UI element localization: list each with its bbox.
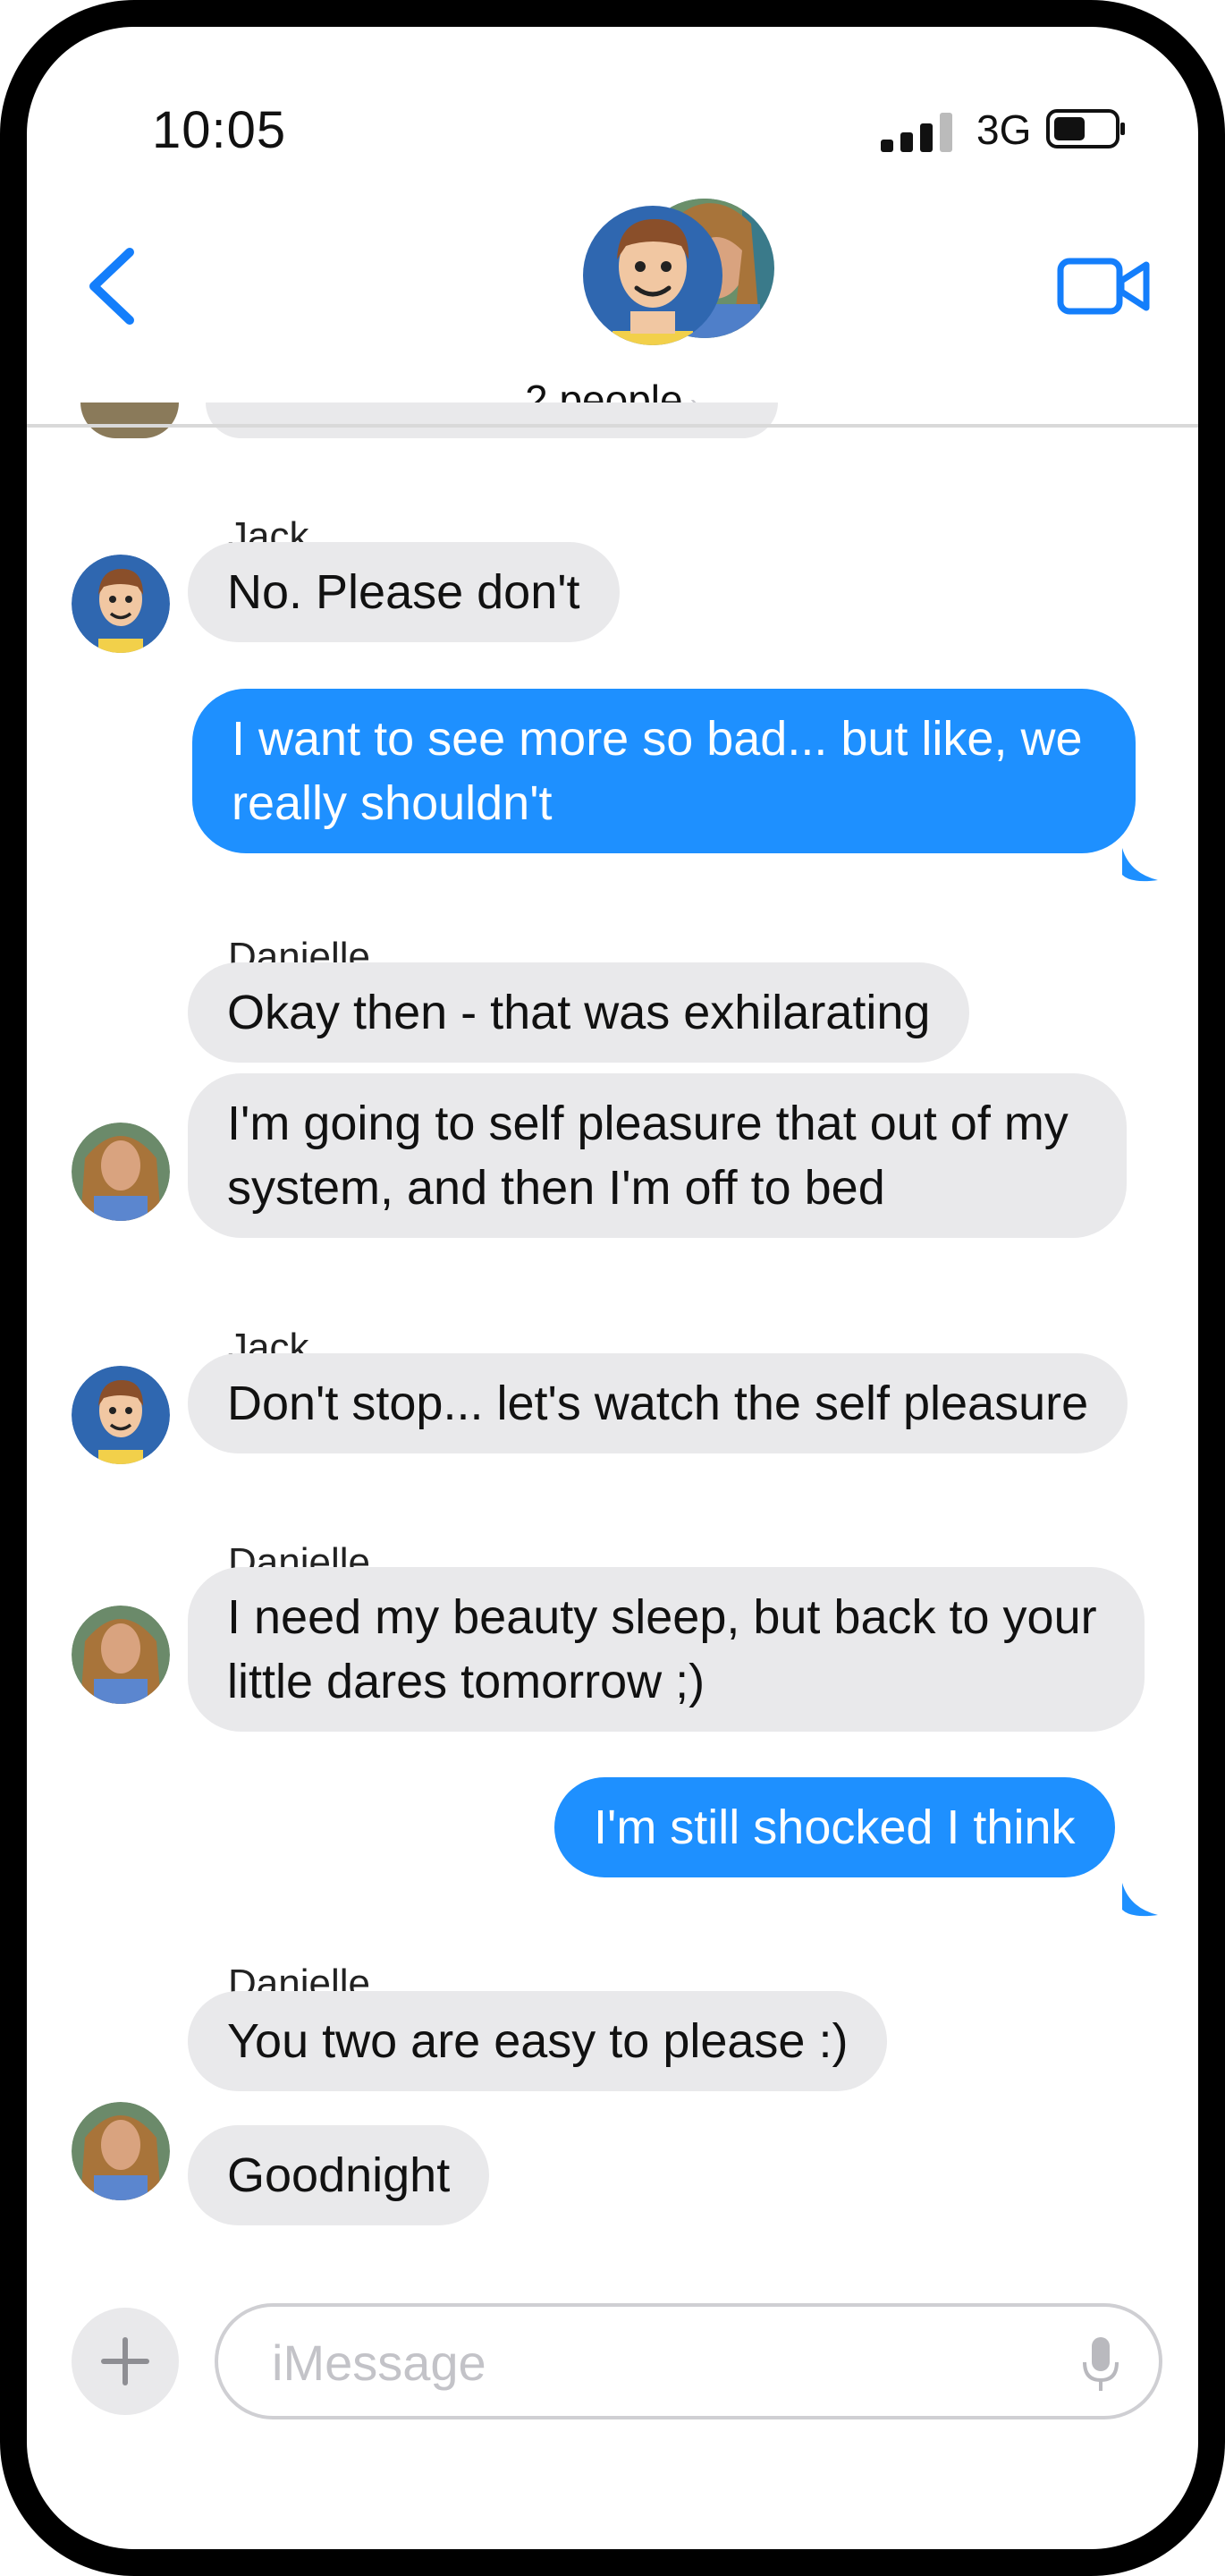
message-bubble[interactable]: I want to see more so bad... but like, w…	[192, 689, 1136, 853]
message-bubble[interactable]: Don't stop... let's watch the self pleas…	[188, 1353, 1128, 1453]
avatar-jack[interactable]	[72, 555, 170, 653]
message-bubble[interactable]: I'm going to self pleasure that out of m…	[188, 1073, 1127, 1238]
battery-icon	[1046, 109, 1125, 148]
avatar-danielle[interactable]	[72, 1606, 170, 1704]
avatar-danielle[interactable]	[72, 2102, 170, 2200]
bubble-tail	[1122, 1883, 1158, 1917]
plus-icon	[101, 2337, 149, 2385]
avatar-danielle[interactable]	[72, 1123, 170, 1221]
message-bubble[interactable]: I'm still shocked I think	[554, 1777, 1115, 1877]
add-attachment-button[interactable]	[72, 2308, 179, 2415]
message-bubble[interactable]: I need my beauty sleep, but back to your…	[188, 1567, 1145, 1732]
phone-frame: 10:05 3G 2 people Jack No. Please don't …	[0, 0, 1225, 2576]
message-bubble[interactable]: No. Please don't	[188, 542, 620, 642]
message-input[interactable]: iMessage	[215, 2303, 1162, 2419]
header-divider	[27, 424, 1198, 428]
status-time: 10:05	[152, 101, 287, 159]
microphone-icon[interactable]	[1078, 2334, 1123, 2396]
bubble-tail	[1122, 848, 1158, 882]
avatar-jack[interactable]	[72, 1366, 170, 1464]
group-avatar[interactable]	[581, 197, 778, 349]
video-camera-icon[interactable]	[1055, 242, 1153, 331]
signal-icon	[881, 113, 952, 152]
message-bubble[interactable]: You two are easy to please :)	[188, 1991, 888, 2091]
message-input-placeholder: iMessage	[272, 2334, 486, 2391]
message-bubble-partial	[206, 402, 778, 438]
message-bubble[interactable]: Okay then - that was exhilarating	[188, 962, 970, 1063]
network-type: 3G	[976, 106, 1032, 153]
chevron-left-icon[interactable]	[63, 224, 161, 349]
message-bubble[interactable]: Goodnight	[188, 2125, 490, 2225]
avatar	[80, 402, 179, 438]
